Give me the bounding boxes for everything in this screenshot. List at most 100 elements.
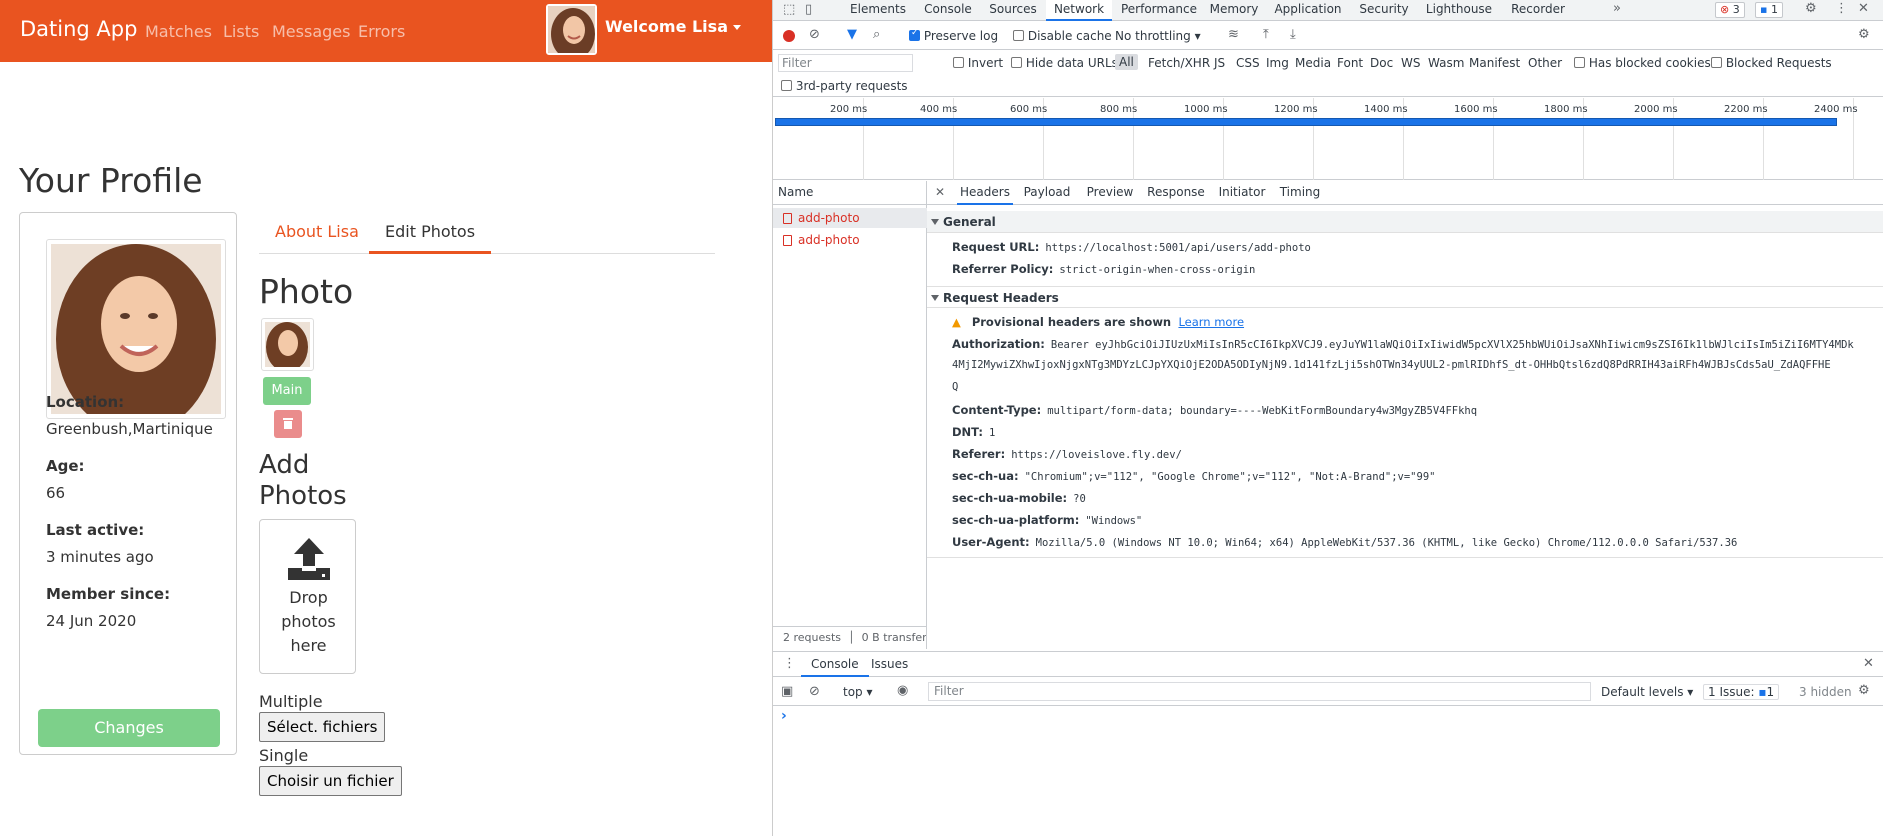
inspect-icon[interactable]: ⬚: [783, 2, 795, 17]
referrer-policy-value: strict-origin-when-cross-origin: [1059, 264, 1256, 276]
record-icon[interactable]: [783, 30, 795, 42]
photo-heading: Photo: [259, 272, 354, 311]
member-since-label: Member since:: [46, 585, 171, 603]
filter-type-css[interactable]: CSS: [1236, 56, 1260, 70]
drawer-menu-icon[interactable]: ⋮: [783, 656, 796, 671]
tab-lighthouse[interactable]: Lighthouse: [1421, 0, 1497, 21]
sec-ch-ua-mobile-label: sec-ch-ua-mobile:: [952, 491, 1068, 505]
preserve-log-checkbox[interactable]: Preserve log: [909, 28, 998, 43]
changes-button[interactable]: Changes: [38, 709, 220, 747]
drawer-tab-issues[interactable]: Issues: [871, 652, 908, 677]
request-headers-section-header[interactable]: Request Headers: [927, 286, 1883, 308]
tab-memory[interactable]: Memory: [1205, 0, 1263, 21]
drawer-tab-console[interactable]: Console: [801, 652, 869, 677]
nav-errors[interactable]: Errors: [358, 22, 405, 41]
settings-icon[interactable]: ⚙: [1805, 1, 1817, 16]
age-value: 66: [46, 484, 66, 502]
filter-type-all[interactable]: All: [1115, 54, 1138, 70]
blocked-requests-checkbox[interactable]: Blocked Requests: [1711, 56, 1832, 70]
export-har-icon[interactable]: ⤓: [1290, 27, 1296, 42]
filter-type-media[interactable]: Media: [1295, 56, 1331, 70]
console-prompt-icon[interactable]: ›: [781, 708, 787, 724]
nav-lists[interactable]: Lists: [223, 22, 259, 41]
brand-link[interactable]: Dating App: [20, 17, 137, 41]
nav-messages[interactable]: Messages: [272, 22, 350, 41]
trash-icon: [283, 418, 293, 429]
tab-response[interactable]: Response: [1143, 181, 1209, 205]
third-party-checkbox[interactable]: 3rd-party requests: [781, 79, 908, 93]
tab-edit-photos[interactable]: Edit Photos: [369, 218, 492, 254]
error-count-badge[interactable]: ⊗ 3: [1715, 2, 1745, 18]
network-filter-input[interactable]: Filter: [778, 54, 913, 72]
eye-icon[interactable]: ◉: [897, 683, 908, 698]
general-section-header[interactable]: General: [927, 211, 1883, 233]
filter-type-fetch[interactable]: Fetch/XHR: [1148, 56, 1210, 70]
device-toggle-icon[interactable]: ▯: [805, 2, 812, 17]
tab-about[interactable]: About Lisa: [259, 218, 375, 254]
kebab-menu-icon[interactable]: ⋮: [1835, 1, 1848, 16]
filter-type-other[interactable]: Other: [1528, 56, 1562, 70]
tab-sources[interactable]: Sources: [983, 0, 1043, 21]
single-file-input[interactable]: Choisir un fichier: [259, 766, 402, 796]
clear-console-icon[interactable]: ⊘: [809, 684, 820, 699]
filter-type-manifest[interactable]: Manifest: [1469, 56, 1520, 70]
invert-checkbox[interactable]: Invert: [953, 56, 1003, 70]
avatar[interactable]: [546, 4, 597, 55]
blocked-cookies-checkbox[interactable]: Has blocked cookies: [1574, 56, 1711, 70]
tab-timing[interactable]: Timing: [1275, 181, 1325, 205]
search-icon[interactable]: ⌕: [873, 27, 880, 42]
context-select[interactable]: top ▾: [843, 685, 873, 699]
request-row[interactable]: add-photo: [773, 230, 927, 250]
message-count-badge[interactable]: ▪ 1: [1755, 2, 1783, 18]
throttling-select[interactable]: No throttling ▾: [1115, 29, 1201, 43]
clear-icon[interactable]: ⊘: [809, 27, 820, 42]
filter-type-font[interactable]: Font: [1337, 56, 1363, 70]
request-row[interactable]: add-photo: [773, 208, 927, 228]
filter-type-wasm[interactable]: Wasm: [1428, 56, 1464, 70]
close-devtools-icon[interactable]: ✕: [1858, 1, 1869, 16]
tab-payload[interactable]: Payload: [1019, 181, 1075, 205]
tab-recorder[interactable]: Recorder: [1503, 0, 1573, 21]
tab-security[interactable]: Security: [1353, 0, 1415, 21]
filter-type-ws[interactable]: WS: [1401, 56, 1420, 70]
profile-tabs: About Lisa Edit Photos: [259, 218, 715, 254]
requests-name-header[interactable]: Name: [773, 181, 927, 205]
multiple-file-input[interactable]: Sélect. fichiers: [259, 712, 386, 742]
tab-elements[interactable]: Elements: [843, 0, 913, 21]
tab-preview[interactable]: Preview: [1082, 181, 1138, 205]
network-timeline[interactable]: 200 ms 400 ms 600 ms 800 ms 1000 ms 1200…: [773, 98, 1883, 180]
referer-label: Referer:: [952, 447, 1006, 461]
timeline-tick: 2000 ms: [1634, 104, 1678, 115]
close-detail-icon[interactable]: ✕: [935, 185, 945, 199]
tab-network[interactable]: Network: [1046, 0, 1112, 21]
nav-matches[interactable]: Matches: [145, 22, 212, 41]
last-active-info: Last active: 3 minutes ago: [46, 521, 154, 566]
console-settings-icon[interactable]: ⚙: [1858, 683, 1870, 698]
filter-type-img[interactable]: Img: [1266, 56, 1289, 70]
sidebar-toggle-icon[interactable]: ▣: [781, 684, 793, 699]
learn-more-link[interactable]: Learn more: [1178, 315, 1244, 329]
console-filter-input[interactable]: Filter: [928, 682, 1591, 701]
network-conditions-icon[interactable]: ≋: [1228, 27, 1239, 42]
tab-headers[interactable]: Headers: [957, 181, 1013, 205]
tab-console[interactable]: Console: [918, 0, 978, 21]
photo-dropzone[interactable]: Drop photos here: [259, 519, 356, 674]
filter-type-doc[interactable]: Doc: [1370, 56, 1393, 70]
location-info: Location: Greenbush,Martinique: [46, 393, 213, 438]
filter-icon[interactable]: ▼: [847, 27, 857, 42]
close-drawer-icon[interactable]: ✕: [1863, 656, 1874, 671]
set-main-button[interactable]: Main: [263, 377, 311, 405]
network-settings-icon[interactable]: ⚙: [1858, 27, 1870, 42]
tab-initiator[interactable]: Initiator: [1214, 181, 1270, 205]
import-har-icon[interactable]: ⤒: [1263, 27, 1269, 42]
hide-data-urls-checkbox[interactable]: Hide data URLs: [1011, 56, 1118, 70]
user-menu[interactable]: Welcome Lisa: [605, 17, 741, 36]
disable-cache-checkbox[interactable]: Disable cache: [1013, 29, 1112, 43]
tab-application[interactable]: Application: [1268, 0, 1348, 21]
delete-photo-button[interactable]: [274, 410, 302, 438]
tab-performance[interactable]: Performance: [1118, 0, 1200, 21]
filter-type-js[interactable]: JS: [1214, 56, 1225, 70]
more-tabs-icon[interactable]: »: [1613, 1, 1621, 16]
issues-counter[interactable]: 1 Issue: ▪1: [1703, 684, 1780, 700]
log-levels-select[interactable]: Default levels ▾: [1601, 685, 1693, 699]
